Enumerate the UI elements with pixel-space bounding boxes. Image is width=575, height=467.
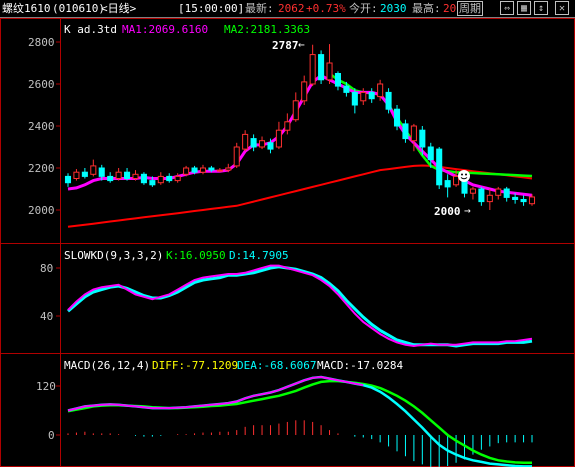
candle-body xyxy=(393,108,401,127)
kd-series-layer xyxy=(67,264,533,348)
kd-title: SLOWKD(9,3,3,2) xyxy=(64,249,163,262)
kd-d-line xyxy=(67,265,533,348)
y-tick-2000: 2000 xyxy=(28,204,55,217)
candle-body xyxy=(377,83,384,98)
candle-body xyxy=(90,165,97,175)
candle-body xyxy=(140,173,147,184)
kd-k-label: K:16.0950 xyxy=(166,249,226,262)
candle-body xyxy=(115,171,122,179)
candle-body xyxy=(216,169,223,172)
candle-body xyxy=(199,167,207,173)
candle-body xyxy=(309,54,316,85)
annotation-low-arrow: → xyxy=(464,204,471,217)
candle-body xyxy=(453,175,460,186)
candle-body xyxy=(478,188,485,203)
candle-body xyxy=(64,175,72,184)
candle-body xyxy=(360,91,367,102)
macd-dea-line xyxy=(67,379,532,465)
candle-body xyxy=(326,62,333,81)
candle-body xyxy=(436,148,443,186)
macd-value-label: MACD:-17.0284 xyxy=(317,359,403,372)
candle-body xyxy=(208,167,215,171)
candle-body xyxy=(368,91,375,100)
annotation-low: 2000 xyxy=(434,205,461,218)
candle-body xyxy=(98,167,105,177)
candle-body xyxy=(250,138,257,148)
candle-body xyxy=(528,196,536,205)
candle-body xyxy=(512,196,519,200)
candle-body xyxy=(183,167,190,175)
main-series-layer xyxy=(64,44,536,228)
candle-body xyxy=(301,81,308,102)
candle-body xyxy=(469,188,476,194)
candle-body xyxy=(343,85,350,93)
candle-body xyxy=(242,133,249,150)
candle-body xyxy=(410,125,417,142)
candle-body xyxy=(107,175,114,182)
y-tick-2800: 2800 xyxy=(28,36,55,49)
candle-body xyxy=(73,171,80,179)
candle-body xyxy=(149,180,156,186)
candle-body xyxy=(334,73,341,87)
kd-k-line xyxy=(67,264,533,348)
macd-tick-0: 0 xyxy=(48,429,55,442)
candle-body xyxy=(351,91,358,106)
macd-tick-120: 120 xyxy=(36,380,56,393)
main-title: K ad.3td xyxy=(64,23,117,36)
candle-body xyxy=(385,91,392,110)
candle-body xyxy=(486,194,493,203)
candle-body xyxy=(402,123,409,140)
annotation-high-arrow: ← xyxy=(298,38,305,51)
kd-tick-80: 80 xyxy=(40,262,53,275)
candle-body xyxy=(174,175,181,182)
candle-body xyxy=(444,180,451,188)
macd-diff-label: DIFF:-77.1209 xyxy=(152,359,238,372)
candle-body xyxy=(124,171,131,179)
candle-body xyxy=(495,188,502,196)
candle-body xyxy=(225,167,232,171)
candle-body xyxy=(419,129,426,148)
candle-body xyxy=(157,175,164,184)
candle-body xyxy=(191,167,198,173)
candle-body xyxy=(267,142,274,150)
macd-series-layer xyxy=(67,375,533,467)
candle-body xyxy=(81,171,88,177)
candle-body xyxy=(132,173,139,180)
smiley-icon xyxy=(458,170,470,182)
macd-title: MACD(26,12,4) xyxy=(64,359,150,372)
candle-body xyxy=(275,129,282,148)
chart-canvas[interactable]: K ad.3td MA1:2069.6160 MA2:2181.3363 280… xyxy=(0,0,575,467)
candle-body xyxy=(259,140,266,148)
candle-body xyxy=(292,100,299,121)
candle-body xyxy=(503,188,510,198)
kd-tick-40: 40 xyxy=(40,310,53,323)
macd-dea-label: DEA:-68.6067 xyxy=(237,359,316,372)
candle-body xyxy=(284,121,291,131)
candle-body xyxy=(166,175,173,182)
ma1-label: MA1:2069.6160 xyxy=(122,23,208,36)
y-tick-2400: 2400 xyxy=(28,120,55,133)
candle-body xyxy=(520,199,527,203)
candle-body xyxy=(233,146,240,167)
outer-frame xyxy=(0,18,575,467)
y-tick-2200: 2200 xyxy=(28,162,55,175)
ma2-label: MA2:2181.3363 xyxy=(224,23,310,36)
candle-body xyxy=(318,54,325,81)
kd-d-label: D:14.7905 xyxy=(229,249,289,262)
candle-body xyxy=(427,146,434,161)
y-tick-2600: 2600 xyxy=(28,78,55,91)
annotation-high: 2787 xyxy=(272,39,299,52)
